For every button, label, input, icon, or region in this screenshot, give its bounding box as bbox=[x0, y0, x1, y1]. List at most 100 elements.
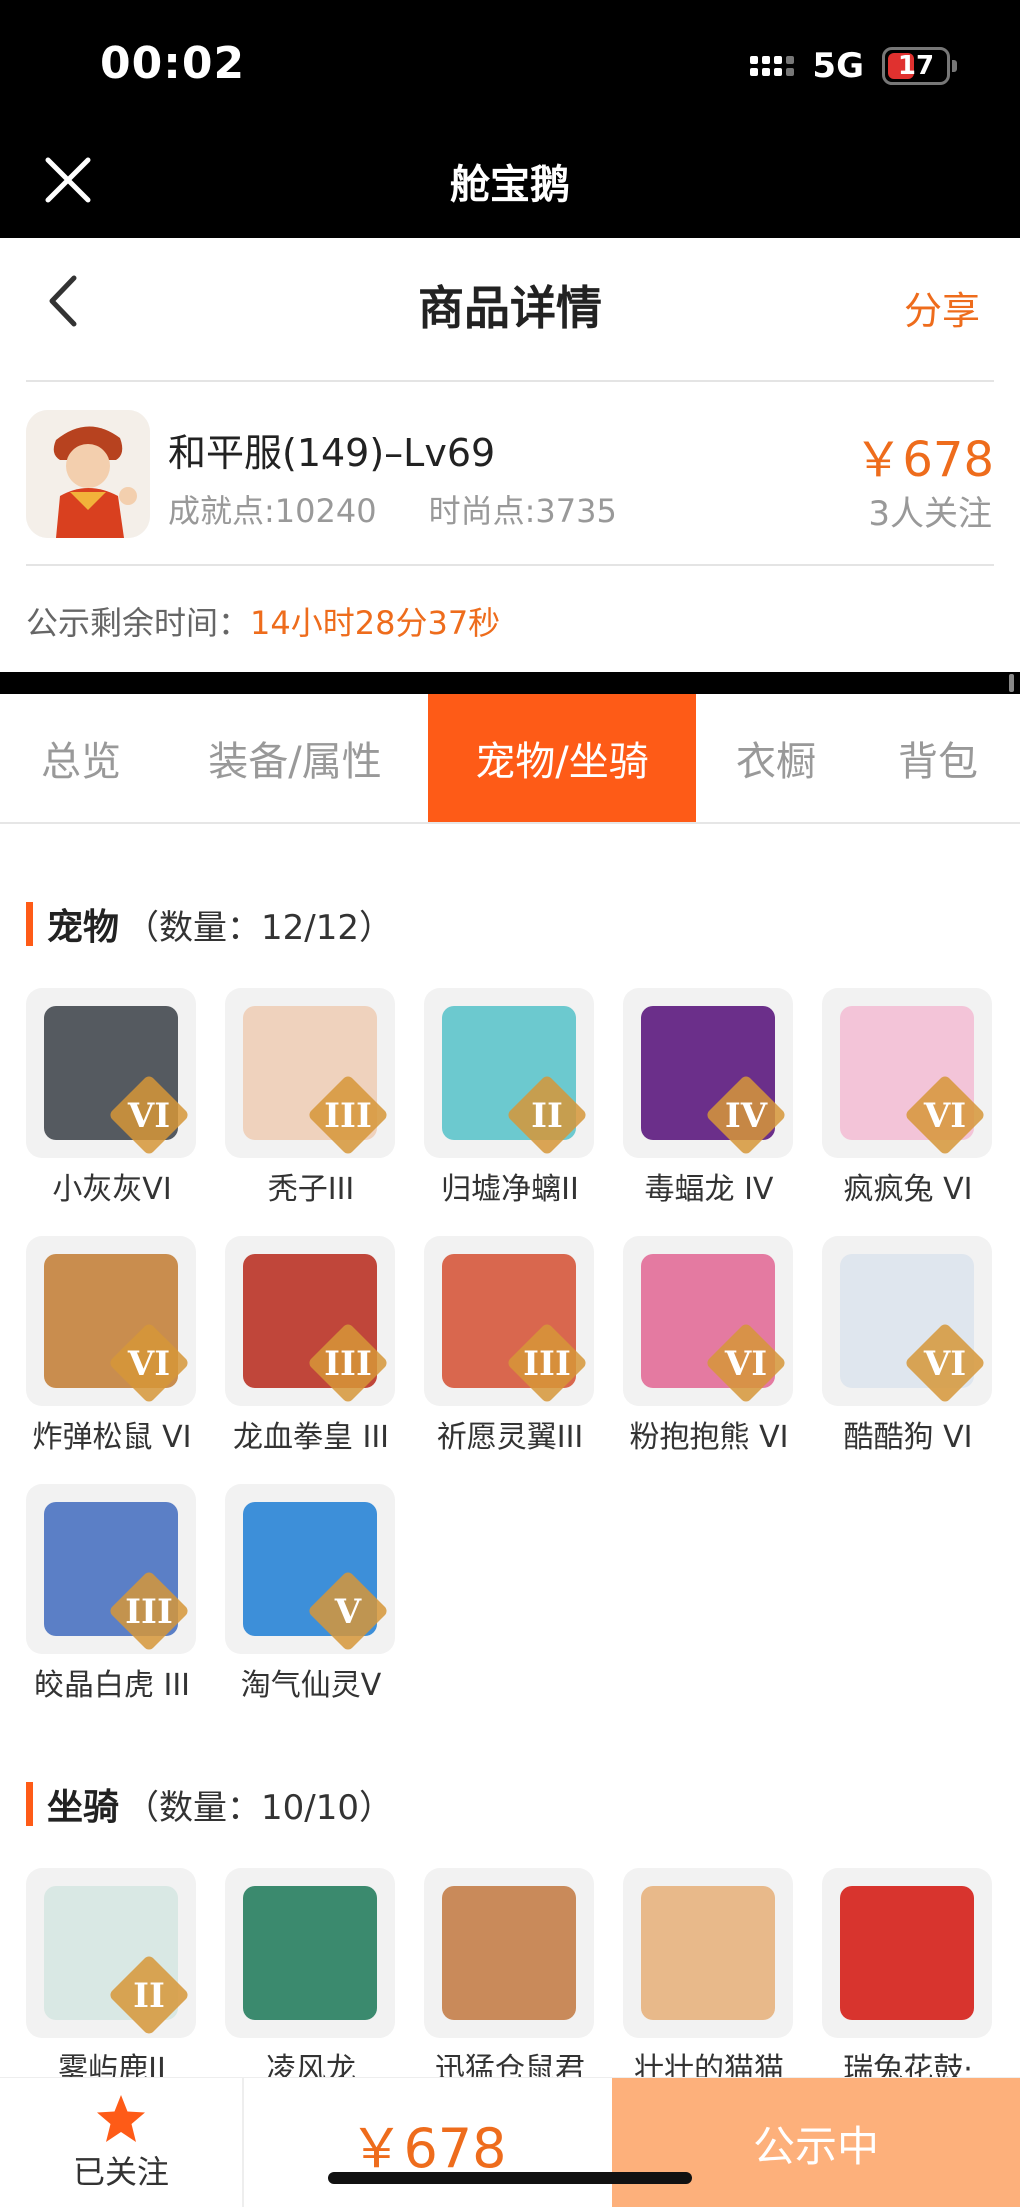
pet-thumbnail: VI bbox=[26, 1236, 196, 1406]
pet-card[interactable]: VI 小灰灰VI bbox=[26, 988, 198, 1236]
status-time: 00:02 bbox=[100, 38, 246, 89]
pet-name: 毒蝠龙 IV bbox=[644, 1172, 774, 1207]
pet-card[interactable]: III 祈愿灵翼III bbox=[424, 1236, 596, 1484]
rank-badge-text: V bbox=[334, 1592, 362, 1632]
bottom-price: ￥678 bbox=[349, 2116, 507, 2180]
pet-name: 祈愿灵翼III bbox=[436, 1420, 584, 1455]
pet-thumbnail: II bbox=[424, 988, 594, 1158]
pet-thumbnail bbox=[623, 1868, 793, 2038]
tab-bar: 总览 装备/属性 宠物/坐骑 衣橱 背包 bbox=[0, 694, 1020, 824]
pet-thumbnail: V bbox=[225, 1484, 395, 1654]
pet-name: 小灰灰VI bbox=[52, 1172, 172, 1207]
tab-wardrobe[interactable]: 衣橱 bbox=[696, 694, 856, 822]
rank-badge-text: VI bbox=[127, 1096, 171, 1136]
mounts-title: 坐骑 bbox=[47, 1787, 120, 1828]
tab-pets-mounts[interactable]: 宠物/坐骑 bbox=[428, 694, 696, 822]
pet-name: 龙血拳皇 III bbox=[232, 1420, 390, 1455]
pet-thumbnail: III bbox=[26, 1484, 196, 1654]
rank-badge-text: II bbox=[531, 1096, 563, 1136]
countdown-value: 14小时28分37秒 bbox=[250, 604, 501, 642]
rank-badge-text: VI bbox=[923, 1096, 967, 1136]
app-title: 舱宝鹅 bbox=[450, 162, 570, 208]
follow-label: 已关注 bbox=[72, 2153, 169, 2191]
pet-name: 酷酷狗 VI bbox=[843, 1420, 973, 1455]
pet-thumbnail: VI bbox=[822, 1236, 992, 1406]
pet-thumbnail bbox=[424, 1868, 594, 2038]
fashion-points: 时尚点:3735 bbox=[428, 492, 617, 530]
status-indicators: 5G 17 bbox=[750, 46, 957, 86]
pet-name: 粉抱抱熊 VI bbox=[629, 1420, 789, 1455]
pet-image bbox=[641, 1886, 775, 2020]
rank-badge-text: II bbox=[133, 1976, 165, 2016]
pet-image bbox=[840, 1886, 974, 2020]
pet-card[interactable]: VI 疯疯兔 VI bbox=[822, 988, 994, 1236]
battery-icon: 17 bbox=[882, 47, 957, 85]
signal-icon bbox=[750, 56, 795, 76]
rank-badge-text: VI bbox=[724, 1344, 768, 1384]
pet-card[interactable]: III 秃子III bbox=[225, 988, 397, 1236]
share-button[interactable]: 分享 bbox=[904, 280, 980, 335]
rank-badge-text: III bbox=[125, 1592, 173, 1632]
product-stats: 成就点:10240 时尚点:3735 bbox=[168, 486, 617, 532]
pet-thumbnail bbox=[822, 1868, 992, 2038]
home-indicator bbox=[328, 2172, 692, 2184]
pet-card[interactable]: VI 炸弹松鼠 VI bbox=[26, 1236, 198, 1484]
pet-card[interactable]: IV 毒蝠龙 IV bbox=[623, 988, 795, 1236]
rank-badge-text: IV bbox=[724, 1096, 768, 1136]
follower-count: 3人关注 bbox=[868, 494, 992, 534]
pet-thumbnail: IV bbox=[623, 988, 793, 1158]
pet-name: 淘气仙灵V bbox=[240, 1668, 382, 1703]
countdown-label: 公示剩余时间： bbox=[26, 604, 251, 642]
pet-card[interactable]: II 归墟净螭II bbox=[424, 988, 596, 1236]
pet-thumbnail bbox=[225, 1868, 395, 2038]
tab-backpack[interactable]: 背包 bbox=[856, 694, 1020, 822]
pets-grid: VI 小灰灰VI III 秃子III II 归墟净螭II IV 毒蝠龙 IV VI 疯疯兔 VI V… bbox=[26, 988, 994, 1732]
pet-name: 炸弹松鼠 VI bbox=[32, 1420, 192, 1455]
pet-thumbnail: III bbox=[225, 988, 395, 1158]
achievement-points: 成就点:10240 bbox=[168, 492, 377, 530]
pet-name: 秃子III bbox=[267, 1172, 355, 1207]
pet-card[interactable]: VI 酷酷狗 VI bbox=[822, 1236, 994, 1484]
pet-thumbnail: III bbox=[225, 1236, 395, 1406]
rank-badge-text: VI bbox=[127, 1344, 171, 1384]
status-and-app-bar: 00:02 5G 17 舱宝鹅 bbox=[0, 0, 1020, 238]
pet-thumbnail: III bbox=[424, 1236, 594, 1406]
pet-card[interactable]: VI 粉抱抱熊 VI bbox=[623, 1236, 795, 1484]
pet-name: 归墟净螭II bbox=[441, 1172, 579, 1207]
rank-badge-text: VI bbox=[923, 1344, 967, 1384]
page-title: 商品详情 bbox=[418, 281, 602, 335]
rank-badge-text: III bbox=[324, 1096, 372, 1136]
divider bbox=[26, 564, 994, 566]
section-separator bbox=[0, 672, 1020, 694]
tab-overview[interactable]: 总览 bbox=[0, 694, 162, 822]
pet-thumbnail: II bbox=[26, 1868, 196, 2038]
product-name: 和平服(149)–Lv69 bbox=[168, 431, 496, 475]
pet-image bbox=[442, 1886, 576, 2020]
pet-name: 皎晶白虎 III bbox=[33, 1668, 191, 1703]
tab-equipment[interactable]: 装备/属性 bbox=[162, 694, 428, 822]
mounts-section-header: 坐骑 （数量：10/10） bbox=[26, 1778, 393, 1830]
bottom-action-bar: 已关注 ￥678 公示中 bbox=[0, 2077, 1020, 2207]
rank-badge-text: III bbox=[324, 1344, 372, 1384]
network-label: 5G bbox=[812, 46, 864, 86]
pets-section-header: 宠物 （数量：12/12） bbox=[26, 898, 393, 950]
pet-card[interactable]: III 皎晶白虎 III bbox=[26, 1484, 198, 1732]
pet-name: 疯疯兔 VI bbox=[843, 1172, 973, 1207]
pet-card[interactable]: III 龙血拳皇 III bbox=[225, 1236, 397, 1484]
pets-title: 宠物 bbox=[47, 907, 120, 948]
pet-image bbox=[243, 1886, 377, 2020]
countdown: 公示剩余时间：14小时28分37秒 bbox=[26, 598, 500, 644]
scroll-indicator bbox=[1009, 674, 1014, 692]
mounts-count: （数量：10/10） bbox=[125, 1787, 393, 1828]
follow-button[interactable]: 已关注 bbox=[0, 2078, 244, 2207]
character-avatar bbox=[26, 410, 150, 538]
product-price: ￥678 bbox=[854, 432, 994, 488]
pet-thumbnail: VI bbox=[623, 1236, 793, 1406]
publicity-status-button[interactable]: 公示中 bbox=[612, 2078, 1020, 2207]
pet-card[interactable]: V 淘气仙灵V bbox=[225, 1484, 397, 1732]
star-icon bbox=[97, 2095, 145, 2142]
pet-thumbnail: VI bbox=[822, 988, 992, 1158]
battery-level: 17 bbox=[897, 51, 935, 81]
rank-badge-text: III bbox=[523, 1344, 571, 1384]
pets-count: （数量：12/12） bbox=[125, 907, 393, 948]
